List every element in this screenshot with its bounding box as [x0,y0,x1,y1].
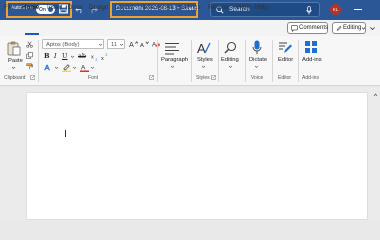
text-effects-icon[interactable]: A [44,63,53,72]
font-name-box[interactable]: Aptos (Body) [42,39,104,49]
dictate-icon[interactable] [252,40,262,55]
add-ins-icon[interactable] [304,40,318,54]
tab-file[interactable]: File [4,4,14,11]
editing-label[interactable]: Editing [221,57,239,63]
group-separator [157,40,158,82]
editor-icon[interactable] [278,40,292,55]
strikethrough-icon[interactable]: ab [78,52,86,60]
document-page[interactable] [26,92,368,220]
svg-text:2: 2 [105,53,107,57]
minimize-icon[interactable] [354,9,362,10]
svg-text:A: A [44,63,50,72]
tab-view[interactable]: View [236,4,249,11]
font-dialog-launcher-icon[interactable] [149,75,154,80]
chevron-down-icon [119,43,124,46]
paste-icon[interactable] [7,40,21,56]
comment-icon [291,25,298,32]
editing-mode-button[interactable]: Editing [332,22,366,34]
avatar[interactable]: KL [330,4,341,15]
group-separator [272,40,273,82]
font-group-label: Font [88,75,99,81]
underline-icon[interactable]: U [62,52,67,60]
superscript-icon[interactable]: x 2 [101,53,109,61]
comments-label: Comments [299,24,329,31]
group-separator [218,40,219,82]
tab-review[interactable]: Review [208,4,228,11]
find-icon[interactable] [224,41,237,54]
microphone-icon[interactable] [306,5,312,15]
chevron-down-icon[interactable] [228,65,233,69]
tab-mailings[interactable]: Mailings [178,4,201,11]
chevron-down-icon[interactable] [54,66,59,70]
subscript-icon[interactable]: x 2 [91,53,99,61]
group-separator [191,40,192,82]
tab-design[interactable]: Design [89,4,108,11]
italic-icon[interactable]: I [54,52,57,60]
styles-icon[interactable]: A [196,40,211,55]
clipboard-group-label: Clipboard [4,75,26,81]
svg-text:x: x [101,56,104,61]
editor-label[interactable]: Editor [278,57,293,63]
text-cursor [65,130,66,137]
voice-group-label: Voice [251,75,264,81]
dictate-label[interactable]: Dictate [249,57,267,63]
vertical-scrollbar[interactable] [373,92,378,220]
ribbon-display-chevron-icon[interactable] [369,25,376,32]
group-separator [298,40,299,82]
svg-text:A: A [129,40,134,48]
clear-formatting-icon[interactable]: A [152,40,160,48]
chevron-down-icon[interactable] [72,66,77,70]
paste-options-chevron-icon[interactable] [11,66,16,70]
autosave-state: On [39,6,46,13]
cut-icon[interactable] [26,41,33,48]
paragraph-label[interactable]: Paragraph [161,57,188,63]
svg-text:A: A [81,64,86,71]
underline-options-chevron-icon[interactable] [70,55,75,59]
tab-help[interactable]: Help [255,4,268,11]
chevron-down-icon[interactable] [201,65,206,69]
shrink-font-icon[interactable]: A [140,40,149,48]
clipboard-dialog-launcher-icon[interactable] [30,75,35,80]
paragraph-icon[interactable] [164,42,180,55]
font-size-value: 11 [111,41,118,48]
add-ins-label[interactable]: Add-ins [302,57,322,63]
group-separator [38,40,39,82]
chevron-down-icon[interactable] [170,65,175,69]
active-tab-indicator [25,33,39,35]
add-ins-group-label: Add-ins [302,75,319,81]
svg-text:x: x [91,55,94,61]
chevron-down-icon [98,43,103,46]
chevron-down-icon [361,27,366,30]
tab-home[interactable]: Home [22,4,39,11]
styles-group-label: Styles [196,75,210,81]
svg-text:A: A [197,41,206,55]
svg-text:A: A [140,43,144,48]
bold-icon[interactable]: B [44,52,50,60]
tab-draw[interactable]: Draw [68,4,82,11]
editor-group-label: Editor [278,75,292,81]
styles-label[interactable]: Styles [197,57,213,63]
svg-text:2: 2 [95,58,97,61]
font-color-icon[interactable]: A [80,63,89,72]
editing-mode-label: Editing [343,24,362,31]
comments-button[interactable]: Comments [287,22,328,34]
group-separator [245,40,246,82]
tab-layout[interactable]: Layout [115,4,134,11]
paste-label[interactable]: Paste [8,58,23,64]
chevron-down-icon[interactable] [90,66,95,70]
highlight-color-icon[interactable] [62,63,71,72]
format-painter-icon[interactable] [26,63,33,70]
font-name-value: Aptos (Body) [46,41,80,48]
chevron-down-icon[interactable] [254,65,259,69]
tab-references[interactable]: References [141,4,173,11]
grow-font-icon[interactable]: A [129,40,138,48]
pencil-icon [336,26,342,31]
copy-icon[interactable] [26,52,33,59]
tab-insert[interactable]: Insert [47,4,62,11]
styles-dialog-launcher-icon[interactable] [211,75,216,80]
font-size-box[interactable]: 11 [107,39,125,49]
